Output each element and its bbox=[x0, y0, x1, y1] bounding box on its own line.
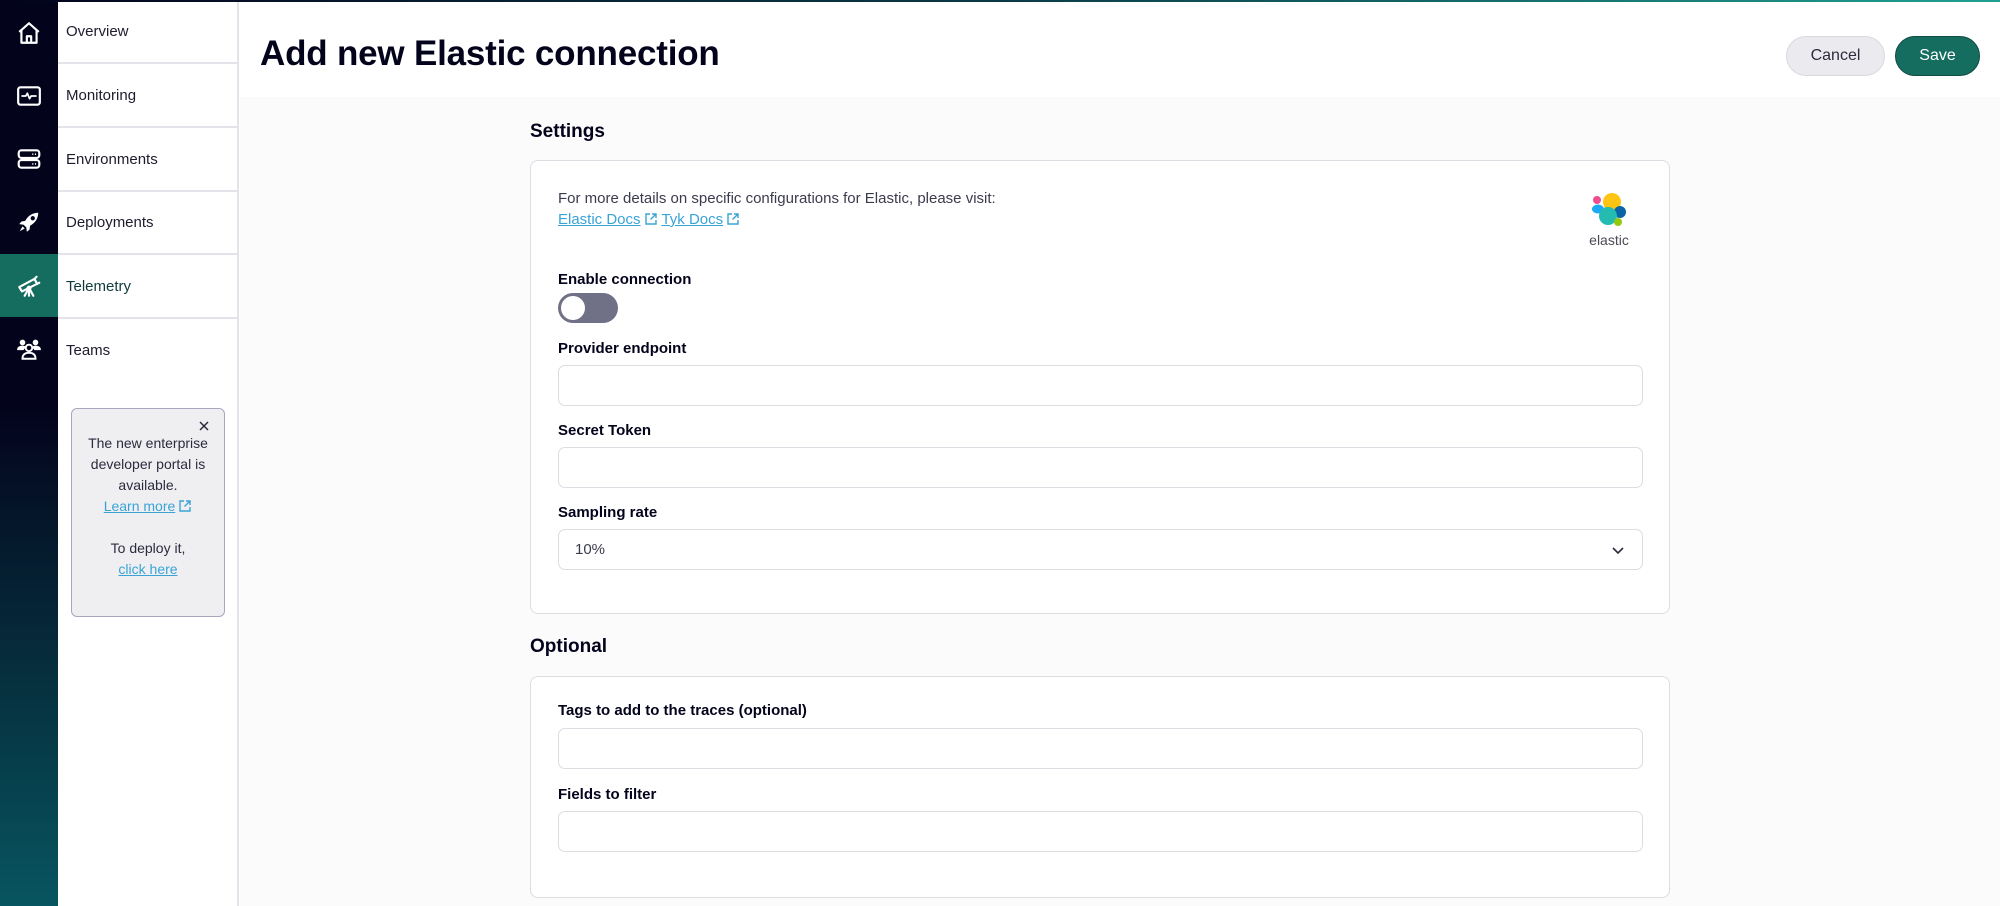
promo-text-line: The new enterprise bbox=[88, 435, 208, 451]
toggle-knob bbox=[561, 296, 585, 320]
promo-banner: The new enterprise developer portal is a… bbox=[71, 408, 225, 617]
rail-item-telemetry[interactable] bbox=[0, 254, 58, 317]
server-icon bbox=[17, 148, 41, 169]
rail-item-teams[interactable] bbox=[0, 317, 58, 380]
team-icon bbox=[17, 339, 41, 360]
promo-deploy-text: To deploy it, bbox=[110, 540, 186, 556]
enable-connection-label: Enable connection bbox=[558, 271, 692, 288]
external-link-icon bbox=[727, 213, 739, 225]
tyk-docs-link[interactable]: Tyk Docs bbox=[661, 211, 723, 228]
rail-item-environments[interactable] bbox=[0, 127, 58, 190]
settings-section-title: Settings bbox=[530, 121, 605, 142]
content-area: Settings For more details on specific co… bbox=[240, 97, 2000, 906]
save-button[interactable]: Save bbox=[1895, 36, 1980, 76]
page-title: Add new Elastic connection bbox=[260, 34, 720, 73]
click-here-link[interactable]: click here bbox=[118, 561, 177, 577]
nav-item-monitoring[interactable]: Monitoring bbox=[58, 65, 237, 128]
nav-item-label: Teams bbox=[66, 342, 111, 359]
sampling-rate-value: 10% bbox=[575, 541, 606, 558]
optional-section-title: Optional bbox=[530, 636, 608, 657]
help-text: For more details on specific configurati… bbox=[558, 188, 996, 230]
sampling-rate-label: Sampling rate bbox=[558, 504, 658, 521]
tags-input[interactable] bbox=[558, 728, 1643, 769]
elastic-docs-link[interactable]: Elastic Docs bbox=[558, 211, 641, 228]
nav-item-label: Telemetry bbox=[66, 278, 132, 295]
nav-item-telemetry[interactable]: Telemetry bbox=[58, 256, 237, 319]
provider-endpoint-label: Provider endpoint bbox=[558, 340, 687, 357]
nav-item-label: Overview bbox=[66, 23, 129, 40]
tags-label: Tags to add to the traces (optional) bbox=[558, 702, 807, 719]
learn-more-link[interactable]: Learn more bbox=[104, 498, 176, 514]
fields-to-filter-input[interactable] bbox=[558, 811, 1643, 852]
icon-rail bbox=[0, 0, 58, 906]
promo-text-line: available. bbox=[118, 477, 178, 493]
rail-item-monitoring[interactable] bbox=[0, 64, 58, 127]
home-icon bbox=[18, 21, 40, 44]
external-link-icon bbox=[179, 500, 191, 512]
cancel-button[interactable]: Cancel bbox=[1786, 36, 1885, 76]
nav-item-deployments[interactable]: Deployments bbox=[58, 192, 237, 255]
telescope-icon bbox=[18, 275, 41, 297]
elastic-logo-icon bbox=[1592, 193, 1626, 226]
help-text-line: For more details on specific configurati… bbox=[558, 190, 996, 207]
top-accent-bar bbox=[0, 0, 2000, 2]
enable-connection-toggle[interactable] bbox=[558, 293, 618, 323]
external-link-icon bbox=[644, 213, 657, 225]
nav-item-label: Monitoring bbox=[66, 87, 137, 104]
sampling-rate-select[interactable]: 10% bbox=[558, 529, 1643, 570]
nav-item-label: Deployments bbox=[66, 214, 154, 231]
fields-to-filter-label: Fields to filter bbox=[558, 786, 657, 803]
nav-item-teams[interactable]: Teams bbox=[58, 319, 237, 382]
elastic-logo: elastic bbox=[1585, 191, 1633, 248]
rail-item-overview[interactable] bbox=[0, 1, 58, 64]
rocket-icon bbox=[19, 212, 39, 232]
secret-token-input[interactable] bbox=[558, 447, 1643, 488]
nav-item-environments[interactable]: Environments bbox=[58, 129, 237, 192]
elastic-logo-text: elastic bbox=[1589, 232, 1629, 248]
close-icon[interactable] bbox=[197, 419, 211, 433]
secret-token-label: Secret Token bbox=[558, 422, 652, 439]
optional-card: Tags to add to the traces (optional) Fie… bbox=[530, 676, 1670, 898]
nav-item-label: Environments bbox=[66, 151, 158, 168]
chevron-down-icon bbox=[1612, 546, 1624, 554]
provider-endpoint-input[interactable] bbox=[558, 365, 1643, 406]
nav-item-overview[interactable]: Overview bbox=[58, 1, 237, 64]
settings-card: For more details on specific configurati… bbox=[530, 160, 1670, 614]
promo-text-line: developer portal is bbox=[90, 456, 206, 472]
monitoring-icon bbox=[17, 85, 41, 106]
rail-item-deployments[interactable] bbox=[0, 190, 58, 253]
